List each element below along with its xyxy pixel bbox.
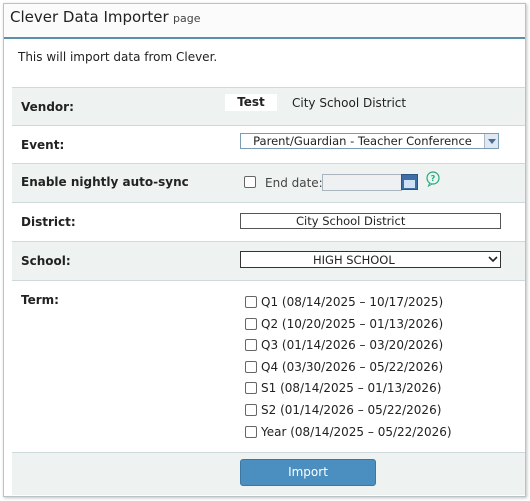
term-option-label: Q3 (01/14/2026 – 03/20/2026) <box>261 338 444 352</box>
help-icon[interactable]: ? <box>425 171 441 187</box>
school-select[interactable]: HIGH SCHOOL <box>240 251 501 268</box>
importer-panel: Clever Data Importer page This will impo… <box>3 3 526 497</box>
district-input-value: City School District <box>296 214 406 228</box>
term-row: Term: Q1 (08/14/2025 – 10/17/2025) Q2 (1… <box>12 281 525 453</box>
event-select[interactable]: Parent/Guardian - Teacher Conference <box>240 133 499 149</box>
page-title: Clever Data Importer <box>10 8 169 26</box>
term-option-label: Q2 (10/20/2025 – 01/13/2026) <box>261 317 444 331</box>
page-header: Clever Data Importer page <box>4 4 525 39</box>
autosync-label: Enable nightly auto-sync <box>21 175 189 189</box>
event-select-value: Parent/Guardian - Teacher Conference <box>253 134 472 148</box>
term-option-label: S1 (08/14/2025 – 01/13/2026) <box>261 381 442 395</box>
term-label: Term: <box>21 293 59 307</box>
intro-text: This will import data from Clever. <box>18 50 218 64</box>
school-label: School: <box>21 254 71 268</box>
district-label: District: <box>21 215 76 229</box>
term-checkbox[interactable] <box>245 382 257 394</box>
svg-text:?: ? <box>431 174 436 183</box>
school-select-value: HIGH SCHOOL <box>313 253 395 267</box>
term-checkbox[interactable] <box>245 318 257 330</box>
import-button[interactable]: Import <box>240 459 376 486</box>
term-checkbox[interactable] <box>245 404 257 416</box>
vendor-row: Vendor: Test City School District <box>12 87 525 126</box>
vendor-district: City School District <box>292 96 407 110</box>
vendor-name: Test <box>225 94 277 111</box>
term-checkbox[interactable] <box>245 361 257 373</box>
autosync-checkbox[interactable] <box>244 176 256 188</box>
page-subtitle: page <box>173 12 201 25</box>
end-date-label: End date: <box>265 176 323 190</box>
actions-row: Import <box>12 453 525 495</box>
end-date-input[interactable] <box>322 174 402 191</box>
district-input[interactable]: City School District <box>240 213 501 229</box>
event-row: Event: Parent/Guardian - Teacher Confere… <box>12 126 525 164</box>
term-option-label: Year (08/14/2025 – 05/22/2026) <box>261 425 452 439</box>
vendor-label: Vendor: <box>21 100 74 114</box>
term-option-label: Q4 (03/30/2026 – 05/22/2026) <box>261 360 444 374</box>
term-option-label: Q1 (08/14/2025 – 10/17/2025) <box>261 295 444 309</box>
chevron-down-icon <box>484 134 498 148</box>
district-row: District: City School District <box>12 203 525 242</box>
term-checkbox[interactable] <box>245 426 257 438</box>
school-row: School: HIGH SCHOOL <box>12 242 525 281</box>
event-label: Event: <box>21 138 65 152</box>
autosync-row: Enable nightly auto-sync End date: ? <box>12 164 525 203</box>
chevron-down-icon <box>486 252 500 266</box>
term-checkbox[interactable] <box>245 296 257 308</box>
term-option-label: S2 (01/14/2026 – 05/22/2026) <box>261 403 442 417</box>
calendar-icon[interactable] <box>401 174 418 190</box>
term-checkbox[interactable] <box>245 339 257 351</box>
